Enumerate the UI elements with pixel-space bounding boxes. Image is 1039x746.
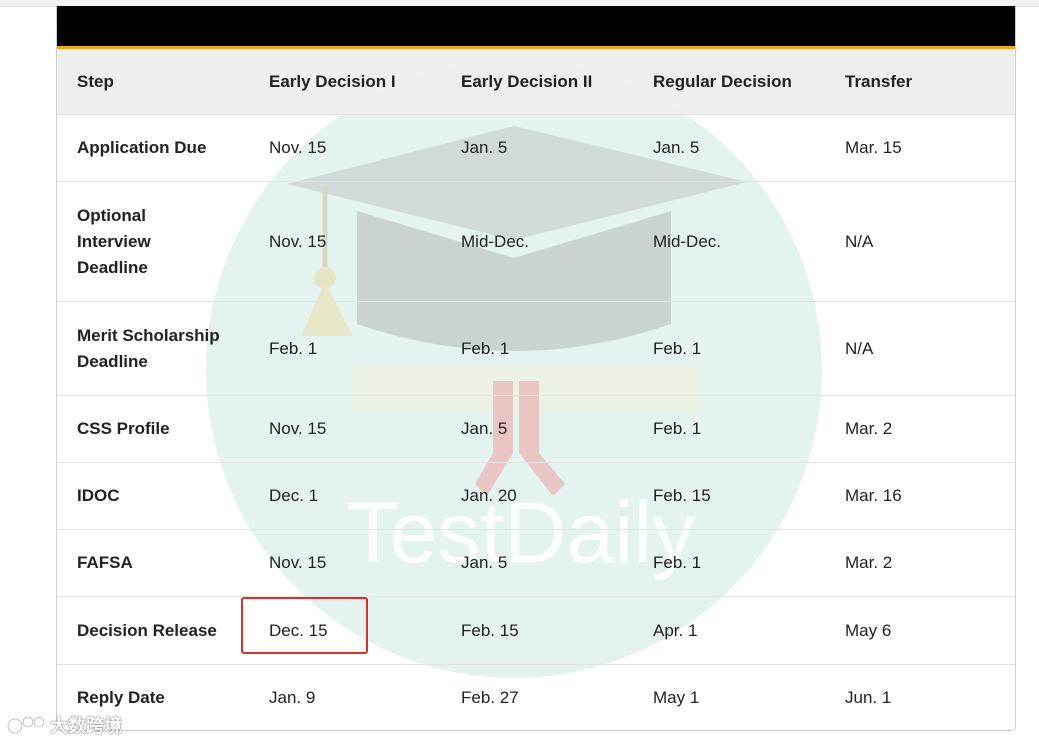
cell-rd: Feb. 1 [633, 395, 825, 463]
row-step-label: FAFSA [57, 529, 249, 597]
cell-rd: May 1 [633, 664, 825, 730]
cell-rd: Apr. 1 [633, 596, 825, 665]
table-row: Optional Interview Deadline Nov. 15 Mid-… [57, 181, 1015, 302]
cell-ed1: Nov. 15 [249, 395, 441, 463]
table-row: Application Due Nov. 15 Jan. 5 Jan. 5 Ma… [57, 114, 1015, 182]
table-row: FAFSA Nov. 15 Jan. 5 Feb. 1 Mar. 2 [57, 529, 1015, 597]
row-step-label: IDOC [57, 462, 249, 530]
cell-rd: Feb. 15 [633, 462, 825, 530]
brand-text: 大数跨境 [50, 716, 122, 736]
cell-rd: Feb. 1 [633, 301, 825, 396]
cell-ed2: Jan. 20 [441, 462, 633, 530]
cell-rd: Feb. 1 [633, 529, 825, 597]
step-label-line: Deadline [77, 351, 148, 371]
cell-ed2: Feb. 27 [441, 664, 633, 730]
cell-ed1: Feb. 1 [249, 301, 441, 396]
row-step-label: CSS Profile [57, 395, 249, 463]
deadline-table-card: TestDaily Step Early Decision I Early De… [56, 6, 1016, 731]
table-header-bar [57, 6, 1015, 49]
header-early-decision-1: Early Decision I [249, 49, 441, 115]
brand-logo-icon [6, 716, 45, 735]
table-row: IDOC Dec. 1 Jan. 20 Feb. 15 Mar. 16 [57, 462, 1015, 530]
header-regular-decision: Regular Decision [633, 49, 825, 115]
application-deadlines-table: Step Early Decision I Early Decision II … [57, 49, 1015, 730]
table-row: Reply Date Jan. 9 Feb. 27 May 1 Jun. 1 [57, 664, 1015, 730]
cell-rd: Jan. 5 [633, 114, 825, 182]
cell-transfer: N/A [825, 301, 1015, 396]
cell-transfer: Mar. 2 [825, 395, 1015, 463]
cell-ed1: Nov. 15 [249, 529, 441, 597]
cell-ed2: Feb. 1 [441, 301, 633, 396]
header-early-decision-2: Early Decision II [441, 49, 633, 115]
highlight-annotation-box [241, 597, 368, 654]
table-header-row: Step Early Decision I Early Decision II … [57, 49, 1015, 115]
header-step: Step [57, 49, 249, 115]
cell-ed2: Jan. 5 [441, 395, 633, 463]
cell-ed1: Nov. 15 [249, 114, 441, 182]
cell-transfer: Mar. 16 [825, 462, 1015, 530]
table-row: CSS Profile Nov. 15 Jan. 5 Feb. 1 Mar. 2 [57, 395, 1015, 463]
step-label-line: Interview [77, 231, 151, 251]
cell-transfer: N/A [825, 181, 1015, 302]
cell-ed2: Mid-Dec. [441, 181, 633, 302]
cell-ed1: Dec. 1 [249, 462, 441, 530]
cell-transfer: May 6 [825, 596, 1015, 665]
step-label-line: Deadline [77, 257, 148, 277]
row-step-label: Decision Release [57, 596, 249, 665]
cell-ed1: Jan. 9 [249, 664, 441, 730]
cell-ed2: Feb. 15 [441, 596, 633, 665]
row-step-label: Merit Scholarship Deadline [57, 301, 249, 396]
cell-transfer: Jun. 1 [825, 664, 1015, 730]
row-step-label: Application Due [57, 114, 249, 182]
table-row: Merit Scholarship Deadline Feb. 1 Feb. 1… [57, 301, 1015, 396]
cell-ed2: Jan. 5 [441, 114, 633, 182]
header-transfer: Transfer [825, 49, 1015, 115]
cell-transfer: Mar. 2 [825, 529, 1015, 597]
step-label-line: Optional [77, 205, 146, 225]
cell-transfer: Mar. 15 [825, 114, 1015, 182]
brand-watermark: 大数跨境 [6, 712, 122, 738]
cell-ed1: Nov. 15 [249, 181, 441, 302]
row-step-label: Optional Interview Deadline [57, 181, 249, 302]
cell-rd: Mid-Dec. [633, 181, 825, 302]
cell-ed2: Jan. 5 [441, 529, 633, 597]
step-label-line: Merit Scholarship [77, 325, 220, 345]
table-row: Decision Release Dec. 15 Feb. 15 Apr. 1 … [57, 596, 1015, 665]
